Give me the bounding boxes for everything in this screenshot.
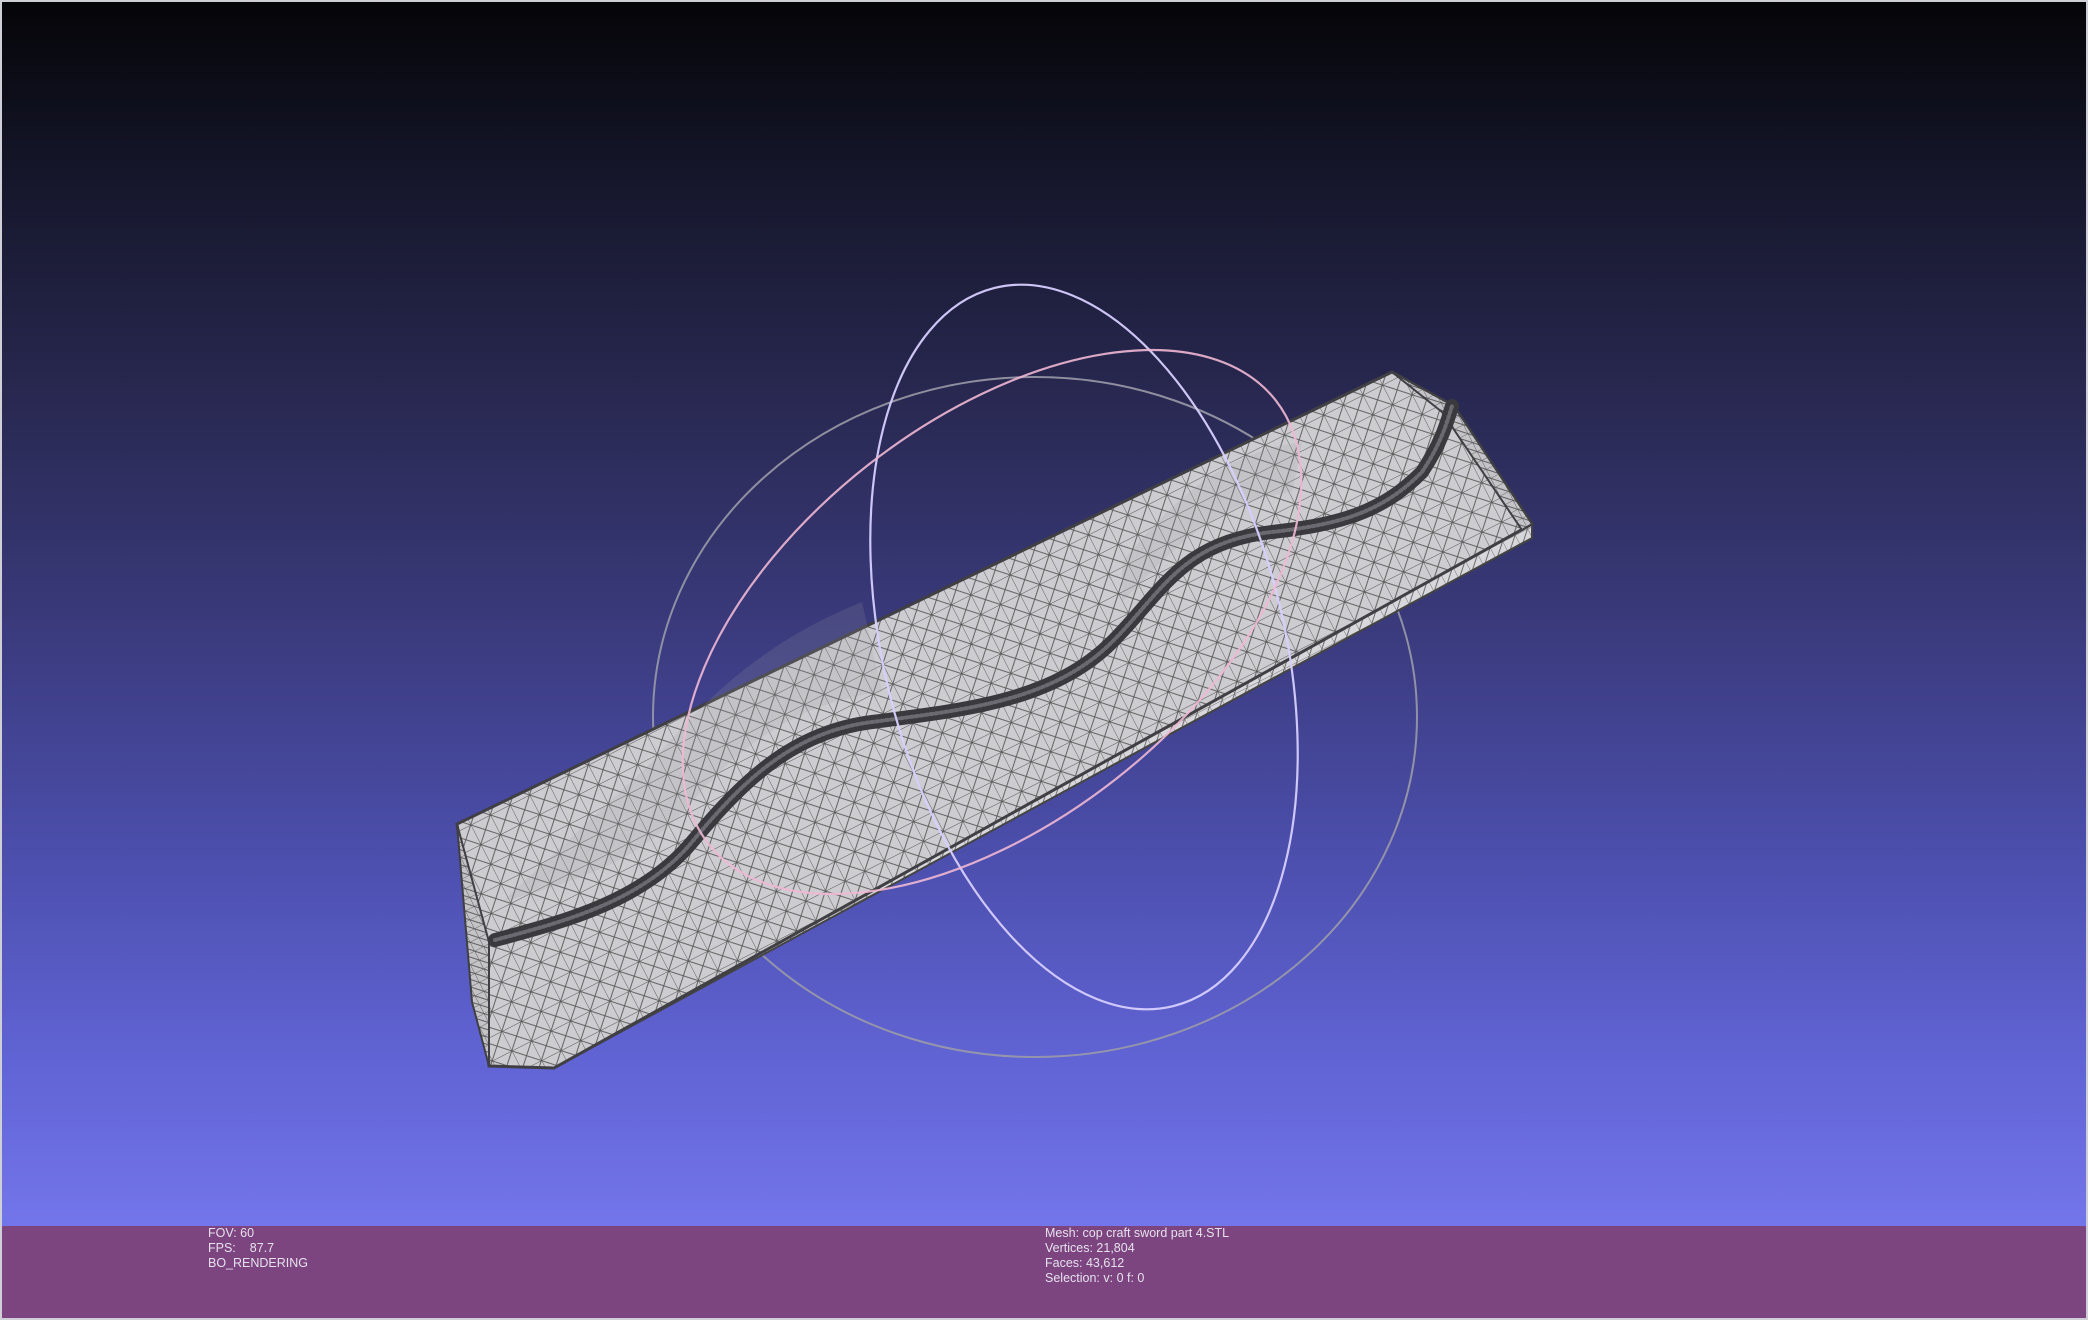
- face-count: Faces: 43,612: [1045, 1256, 1125, 1270]
- status-bar: FOV: 60 FPS: 87.7 BO_RENDERING Mesh: cop …: [0, 1226, 2088, 1320]
- fps-label: FPS:: [208, 1241, 236, 1255]
- mesh-top-face: [455, 370, 1535, 1070]
- mesh-name: Mesh: cop craft sword part 4.STL: [1045, 1226, 1230, 1240]
- fps-value: 87.7: [249, 1241, 275, 1255]
- 3d-viewport[interactable]: [0, 0, 2088, 1226]
- fov-readout: FOV: 60: [208, 1226, 255, 1240]
- selection-info: Selection: v: 0 f: 0: [1045, 1271, 1145, 1285]
- mesh-info: Mesh: cop craft sword part 4.STL Vertice…: [1045, 1226, 1229, 1286]
- scene-canvas[interactable]: [2, 2, 2088, 1228]
- render-mode-readout: BO_RENDERING: [208, 1256, 309, 1270]
- fps-readout: FPS: 87.7: [208, 1241, 308, 1256]
- render-info: FOV: 60 FPS: 87.7 BO_RENDERING: [208, 1226, 308, 1271]
- vertex-count: Vertices: 21,804: [1045, 1241, 1135, 1255]
